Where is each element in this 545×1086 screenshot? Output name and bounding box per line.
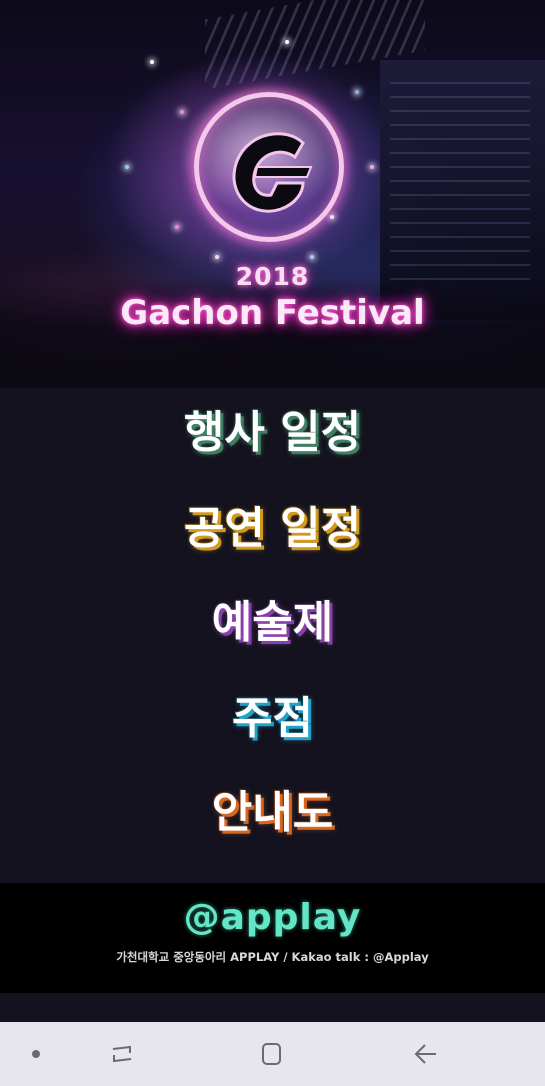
home-glyph [262,1043,281,1065]
sparkle [355,90,359,94]
gachon-g-logo-icon [194,92,344,242]
sparkle [150,60,154,64]
footer-credit: 가천대학교 중앙동아리 APPLAY / Kakao talk : @Appla… [116,950,429,964]
footer: @applay 가천대학교 중앙동아리 APPLAY / Kakao talk … [0,883,545,993]
sparkle [180,110,184,114]
menu-pub-button[interactable]: 주점 [0,684,545,754]
sparkle [215,255,219,259]
hero-banner: 2018 Gachon Festival [0,0,545,388]
dot-icon[interactable] [16,1034,56,1074]
sparkle [175,225,179,229]
system-navigation-bar [0,1022,545,1086]
festival-title: Gachon Festival [120,293,425,333]
back-icon[interactable] [406,1034,446,1074]
back-glyph [414,1044,436,1064]
app-screen: 2018 Gachon Festival 행사 일정 공연 일정 예술제 주점 … [0,0,545,1086]
recent-apps-icon[interactable] [102,1034,142,1074]
menu-art-festival-button[interactable]: 예술제 [0,588,545,658]
menu-map-button[interactable]: 안내도 [0,778,545,848]
sparkle [370,165,374,169]
sparkle [310,255,314,259]
sparkle [125,165,129,169]
home-icon[interactable] [252,1034,292,1074]
g-glyph [232,132,313,213]
menu-performance-schedule-button[interactable]: 공연 일정 [0,494,545,564]
recent-apps-glyph [112,1045,132,1063]
dot-glyph [32,1050,40,1058]
sparkle [285,40,289,44]
festival-year: 2018 [235,262,310,291]
menu-event-schedule-button[interactable]: 행사 일정 [0,398,545,468]
applay-logo: @applay [183,897,362,938]
main-menu: 행사 일정 공연 일정 예술제 주점 안내도 [0,388,545,883]
spacer [0,993,545,1022]
